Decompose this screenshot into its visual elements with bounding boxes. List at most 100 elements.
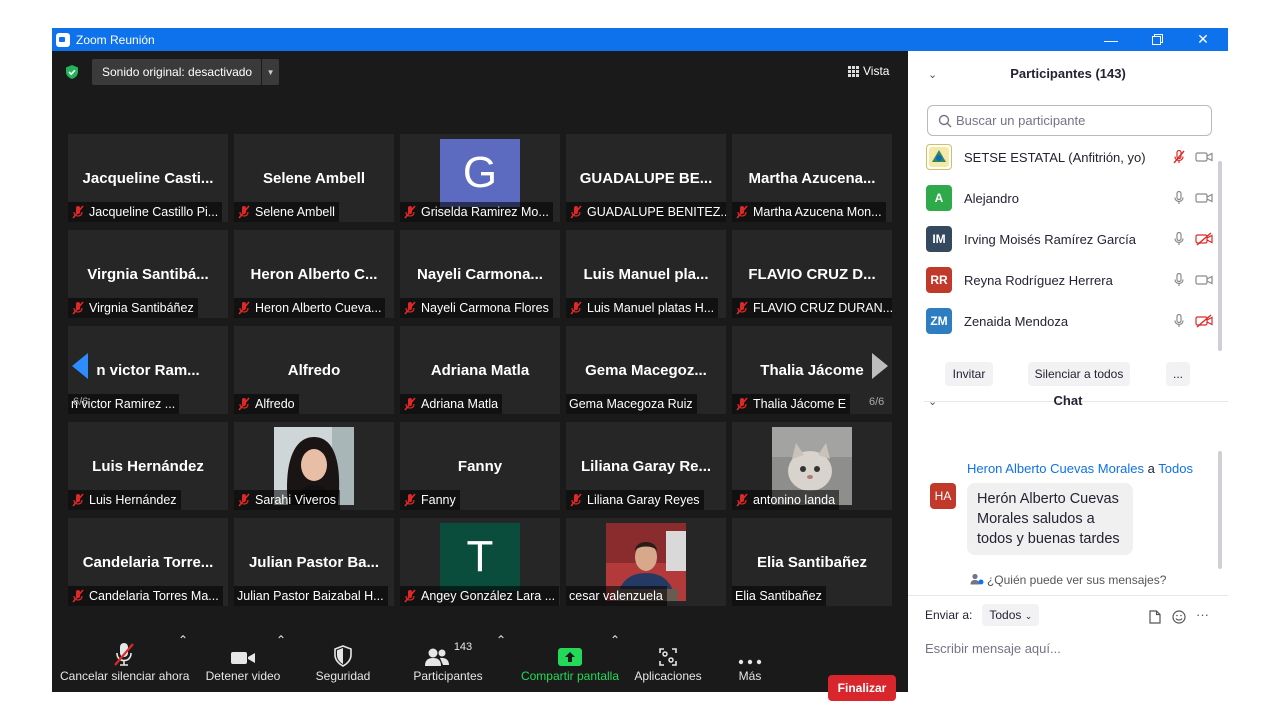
security-button[interactable]: Seguridad <box>308 633 378 692</box>
invite-button[interactable]: Invitar <box>945 362 993 386</box>
participant-video-tile[interactable]: cesar valenzuela <box>566 518 726 606</box>
participant-list-item[interactable]: SETSE ESTATAL (Anfitrión, yo) <box>926 143 1216 171</box>
unmute-button[interactable]: Cancelar silenciar ahora <box>60 633 189 692</box>
participants-count: 143 <box>453 641 473 653</box>
participant-video-tile[interactable]: GUADALUPE BE... GUADALUPE BENITEZ... <box>566 134 726 222</box>
grid-view-icon <box>848 65 859 77</box>
participant-display-name: Heron Alberto C... <box>250 266 378 283</box>
zoom-window: Zoom Reunión — ✕ Sonido original: desact… <box>52 28 1228 701</box>
participant-video-tile[interactable]: Liliana Garay Re... Liliana Garay Reyes <box>566 422 726 510</box>
participant-video-tile[interactable]: Julian Pastor Ba... Julian Pastor Baizaba… <box>234 518 394 606</box>
video-area: Sonido original: desactivado ▼ Vista Jac… <box>52 51 908 701</box>
video-camera-icon[interactable] <box>1195 273 1213 287</box>
previous-page-arrow-icon[interactable] <box>70 351 90 381</box>
participants-button[interactable]: 143 Participantes <box>408 633 488 692</box>
window-title: Zoom Reunión <box>76 32 155 47</box>
participant-video-tile[interactable]: Jacqueline Casti... Jacqueline Castillo P… <box>68 134 228 222</box>
participant-video-tile[interactable]: Heron Alberto C... Heron Alberto Cueva... <box>234 230 394 318</box>
share-screen-label: Compartir pantalla <box>520 669 620 683</box>
search-icon <box>938 114 952 127</box>
participant-display-name: Julian Pastor Ba... <box>248 554 380 571</box>
file-icon[interactable] <box>1149 610 1161 624</box>
participant-video-tile[interactable]: Nayeli Carmona... Nayeli Carmona Flores <box>400 230 560 318</box>
participant-name-text: Griselda Ramirez Mo... <box>421 205 549 219</box>
participant-video-tile[interactable]: Alfredo Alfredo <box>234 326 394 414</box>
share-screen-button[interactable]: Compartir pantalla <box>518 633 622 692</box>
participant-video-tile[interactable]: Adriana Matla Adriana Matla <box>400 326 560 414</box>
video-off-icon[interactable] <box>1195 232 1213 246</box>
video-camera-icon[interactable] <box>1195 150 1213 164</box>
chat-scrollbar[interactable] <box>1218 451 1222 569</box>
divider <box>908 595 1228 596</box>
participants-icon <box>424 648 449 666</box>
participant-video-tile[interactable]: Luis Manuel pla... Luis Manuel platas H..… <box>566 230 726 318</box>
mic-icon[interactable] <box>1171 232 1187 246</box>
chevron-down-icon[interactable]: ▼ <box>261 59 279 85</box>
participant-video-tile[interactable]: Sarahi Viveros <box>234 422 394 510</box>
participant-list-item[interactable]: A Alejandro <box>926 184 1216 212</box>
participant-video-tile[interactable]: Thalia Jácome Thalia Jácome E <box>732 326 892 414</box>
participant-name-label: Jacqueline Castillo Pi... <box>68 202 223 222</box>
participant-list-item[interactable]: RR Reyna Rodríguez Herrera <box>926 266 1216 294</box>
original-sound-toggle[interactable]: Sonido original: desactivado ▼ <box>92 59 280 85</box>
mute-all-button[interactable]: Silenciar a todos <box>1028 362 1130 386</box>
participant-name-label: Sarahi Viveros <box>234 490 341 510</box>
close-button[interactable]: ✕ <box>1180 28 1226 51</box>
view-label: Vista <box>863 64 890 78</box>
participant-video-tile[interactable]: Virgnia Santibá... Virgnia Santibáñez <box>68 230 228 318</box>
participant-video-tile[interactable]: Martha Azucena... Martha Azucena Mon... <box>732 134 892 222</box>
participant-video-tile[interactable]: Candelaria Torre... Candelaria Torres Ma.… <box>68 518 228 606</box>
participant-video-tile[interactable]: Luis Hernández Luis Hernández <box>68 422 228 510</box>
participant-name-label: Angey González Lara ... <box>400 586 560 606</box>
participants-more-button[interactable]: ... <box>1166 362 1190 386</box>
participant-video-tile[interactable]: antonino landa <box>732 422 892 510</box>
send-to-value: Todos <box>989 608 1022 622</box>
more-label: Más <box>738 669 762 683</box>
stop-video-label: Detener video <box>205 669 281 683</box>
audio-options-caret-icon[interactable]: ⌃ <box>178 633 188 692</box>
participant-avatar: T <box>440 523 520 591</box>
participant-list-scrollbar[interactable] <box>1218 161 1222 351</box>
chat-message-input[interactable]: Escribir mensaje aquí... <box>925 641 1061 656</box>
participants-options-caret-icon[interactable]: ⌃ <box>496 633 506 692</box>
chat-more-icon[interactable]: ··· <box>1196 607 1209 622</box>
participant-video-tile[interactable]: FLAVIO CRUZ D... FLAVIO CRUZ DURAN... <box>732 230 892 318</box>
emoji-icon[interactable] <box>1172 610 1186 624</box>
participant-display-name: Luis Manuel pla... <box>583 266 709 283</box>
view-button[interactable]: Vista <box>848 64 889 78</box>
who-can-see-messages-link[interactable]: ¿Quién puede ver sus mensajes? <box>908 573 1228 587</box>
participant-search-input[interactable]: Buscar un participante <box>927 105 1212 136</box>
stop-video-button[interactable]: Detener video <box>200 633 286 692</box>
end-meeting-button[interactable]: Finalizar <box>828 675 896 701</box>
send-to-dropdown[interactable]: Todos ⌄ <box>982 604 1040 626</box>
participant-video-tile[interactable]: Fanny Fanny <box>400 422 560 510</box>
participant-video-tile[interactable]: Elia Santibañez Elia Santibañez <box>732 518 892 606</box>
chat-message-bubble: Herón Alberto Cuevas Morales saludos a t… <box>967 483 1133 555</box>
muted-mic-icon[interactable] <box>1171 150 1187 164</box>
muted-mic-icon <box>404 493 416 507</box>
minimize-button[interactable]: — <box>1088 28 1134 51</box>
encryption-shield-icon[interactable] <box>64 64 80 80</box>
muted-mic-icon <box>404 301 416 315</box>
zoom-logo-icon <box>56 32 70 47</box>
mic-icon[interactable] <box>1171 191 1187 205</box>
participant-video-tile[interactable]: Gema Macegoz... Gema Macegoza Ruiz <box>566 326 726 414</box>
apps-button[interactable]: Aplicaciones <box>632 633 704 692</box>
video-off-icon[interactable] <box>1195 314 1213 328</box>
security-shield-icon <box>334 645 352 667</box>
next-page-arrow-icon[interactable] <box>870 351 890 381</box>
more-button[interactable]: Más <box>726 633 774 692</box>
chat-sender[interactable]: Heron Alberto Cuevas Morales <box>967 461 1144 476</box>
mic-icon[interactable] <box>1171 314 1187 328</box>
restore-button[interactable] <box>1134 28 1180 51</box>
video-options-caret-icon[interactable]: ⌃ <box>276 633 286 692</box>
share-options-caret-icon[interactable]: ⌃ <box>610 633 620 692</box>
participant-video-tile[interactable]: n victor Ram... n victor Ramirez ... <box>68 326 228 414</box>
video-camera-icon[interactable] <box>1195 191 1213 205</box>
participant-list-item[interactable]: IM Irving Moisés Ramírez García <box>926 225 1216 253</box>
participant-video-tile[interactable]: Selene Ambell Selene Ambell <box>234 134 394 222</box>
mic-icon[interactable] <box>1171 273 1187 287</box>
participant-video-tile[interactable]: T Angey González Lara ... <box>400 518 560 606</box>
participant-video-tile[interactable]: G Griselda Ramirez Mo... <box>400 134 560 222</box>
participant-list-item[interactable]: ZM Zenaida Mendoza <box>926 307 1216 335</box>
